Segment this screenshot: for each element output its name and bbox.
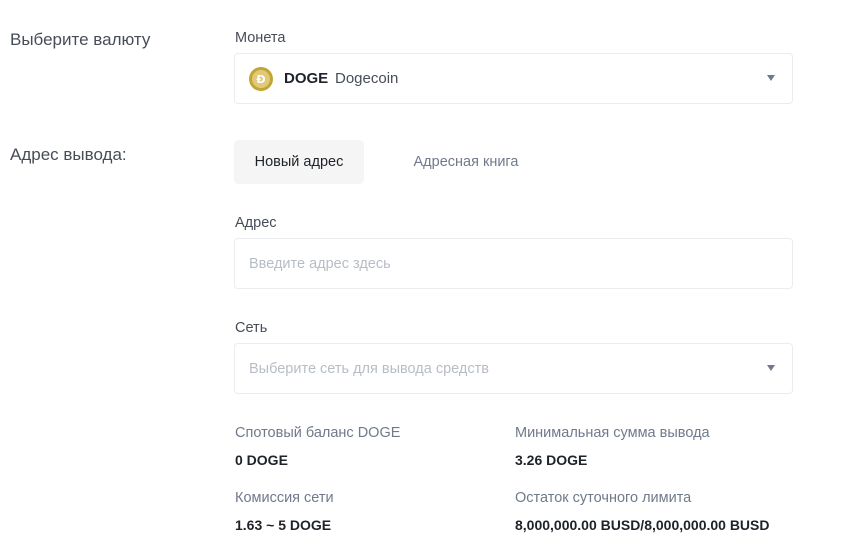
spot-balance-value: 0 DOGE — [235, 452, 288, 468]
dogecoin-icon-glyph: Ð — [252, 70, 270, 88]
daily-limit-label: Остаток суточного лимита — [515, 490, 692, 506]
dogecoin-icon: Ð — [249, 67, 273, 91]
coin-name: Dogecoin — [335, 70, 399, 87]
daily-limit-value: 8,000,000.00 BUSD/8,000,000.00 BUSD — [515, 517, 770, 533]
network-select-placeholder: Выберите сеть для вывода средств — [249, 361, 489, 377]
network-fee-value: 1.63 ~ 5 DOGE — [235, 517, 332, 533]
network-select[interactable]: Выберите сеть для вывода средств — [234, 343, 793, 394]
network-fee-label: Комиссия сети — [235, 490, 334, 506]
spot-balance-label: Спотовый баланс DOGE — [235, 425, 401, 441]
coin-select[interactable]: Ð DOGE Dogecoin — [234, 53, 793, 104]
network-field-label: Сеть — [235, 320, 268, 336]
coin-symbol: DOGE — [284, 70, 329, 87]
tab-address-book[interactable]: Адресная книга — [392, 140, 540, 184]
coin-field-label: Монета — [235, 30, 286, 46]
min-withdrawal-value: 3.26 DOGE — [515, 452, 588, 468]
address-input[interactable]: Введите адрес здесь — [234, 238, 793, 289]
chevron-down-icon[interactable] — [767, 365, 775, 371]
withdrawal-address-label: Адрес вывода: — [10, 145, 127, 164]
min-withdrawal-label: Минимальная сумма вывода — [515, 425, 710, 441]
address-field-label: Адрес — [235, 215, 277, 231]
address-input-placeholder: Введите адрес здесь — [249, 256, 391, 272]
tab-new-address[interactable]: Новый адрес — [234, 140, 364, 184]
chevron-down-icon[interactable] — [767, 75, 775, 81]
select-currency-label: Выберите валюту — [10, 30, 151, 49]
